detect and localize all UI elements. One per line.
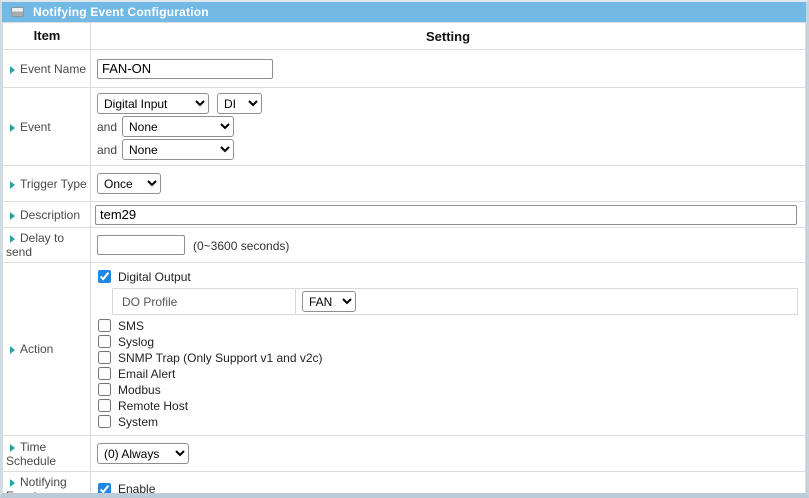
window-icon [11, 7, 24, 17]
notifying-event-config-window: Notifying Event Configuration Item Setti… [0, 0, 809, 498]
remote-host-label: Remote Host [118, 399, 188, 413]
event-subtype-select[interactable]: DI [217, 93, 262, 114]
remote-host-checkbox[interactable] [98, 399, 111, 412]
syslog-label: Syslog [118, 335, 154, 349]
syslog-option[interactable]: Syslog [97, 334, 799, 349]
event-name-row: Event Name [3, 50, 806, 88]
digital-output-checkbox[interactable] [98, 270, 111, 283]
email-alert-label: Email Alert [118, 367, 175, 381]
config-table: Item Setting Event Name Event Digital In… [2, 22, 806, 498]
event-name-input[interactable] [97, 59, 273, 79]
column-header-item: Item [3, 23, 91, 50]
and-label: and [97, 143, 118, 157]
do-profile-row: DO Profile FAN [113, 289, 798, 315]
event-label: Event [20, 120, 51, 134]
arrow-bullet-icon [10, 212, 15, 220]
trigger-type-label: Trigger Type [20, 177, 87, 191]
action-label: Action [20, 342, 53, 356]
event-name-label: Event Name [20, 62, 86, 76]
enable-label: Enable [118, 482, 155, 496]
sms-label: SMS [118, 319, 144, 333]
system-option[interactable]: System [97, 414, 799, 429]
arrow-bullet-icon [10, 479, 15, 487]
delay-input[interactable] [97, 235, 185, 255]
arrow-bullet-icon [10, 181, 15, 189]
delay-hint: (0~3600 seconds) [193, 239, 289, 253]
syslog-checkbox[interactable] [98, 335, 111, 348]
system-checkbox[interactable] [98, 415, 111, 428]
modbus-checkbox[interactable] [98, 383, 111, 396]
arrow-bullet-icon [10, 124, 15, 132]
digital-output-label: Digital Output [118, 270, 191, 284]
enable-option[interactable]: Enable [97, 481, 799, 498]
description-label: Description [20, 208, 80, 222]
notifying-events-row: Notifying Events Enable [3, 472, 806, 498]
action-row: Action Digital Output DO Profile FAN [3, 263, 806, 436]
notifying-events-label: Notifying Events [6, 475, 67, 498]
arrow-bullet-icon [10, 346, 15, 354]
trigger-type-select[interactable]: Once [97, 173, 161, 194]
arrow-bullet-icon [10, 66, 15, 74]
system-label: System [118, 415, 158, 429]
modbus-option[interactable]: Modbus [97, 382, 799, 397]
titlebar: Notifying Event Configuration [2, 2, 806, 22]
snmp-trap-label: SNMP Trap (Only Support v1 and v2c) [118, 351, 323, 365]
email-alert-option[interactable]: Email Alert [97, 366, 799, 381]
table-header-row: Item Setting [3, 23, 806, 50]
arrow-bullet-icon [10, 444, 15, 452]
email-alert-checkbox[interactable] [98, 367, 111, 380]
sms-checkbox[interactable] [98, 319, 111, 332]
modbus-label: Modbus [118, 383, 161, 397]
time-schedule-row: Time Schedule (0) Always [3, 436, 806, 472]
description-input[interactable] [95, 205, 797, 225]
event-condition2-select[interactable]: None [122, 116, 234, 137]
event-row: Event Digital Input DI and [3, 88, 806, 166]
and-label: and [97, 120, 118, 134]
snmp-trap-option[interactable]: SNMP Trap (Only Support v1 and v2c) [97, 350, 799, 365]
do-profile-subtable: DO Profile FAN [112, 288, 798, 315]
delay-to-send-row: Delay to send (0~3600 seconds) [3, 228, 806, 263]
event-condition3-select[interactable]: None [122, 139, 234, 160]
event-type-select[interactable]: Digital Input [97, 93, 209, 114]
snmp-trap-checkbox[interactable] [98, 351, 111, 364]
trigger-type-row: Trigger Type Once [3, 166, 806, 202]
time-schedule-select[interactable]: (0) Always [97, 443, 189, 464]
do-profile-label: DO Profile [113, 289, 296, 315]
arrow-bullet-icon [10, 235, 15, 243]
enable-checkbox[interactable] [98, 483, 111, 496]
do-profile-select[interactable]: FAN [302, 291, 356, 312]
remote-host-option[interactable]: Remote Host [97, 398, 799, 413]
sms-option[interactable]: SMS [97, 318, 799, 333]
description-row: Description [3, 202, 806, 228]
digital-output-option[interactable]: Digital Output [97, 268, 799, 285]
column-header-setting: Setting [91, 23, 806, 50]
page-title: Notifying Event Configuration [33, 5, 209, 19]
